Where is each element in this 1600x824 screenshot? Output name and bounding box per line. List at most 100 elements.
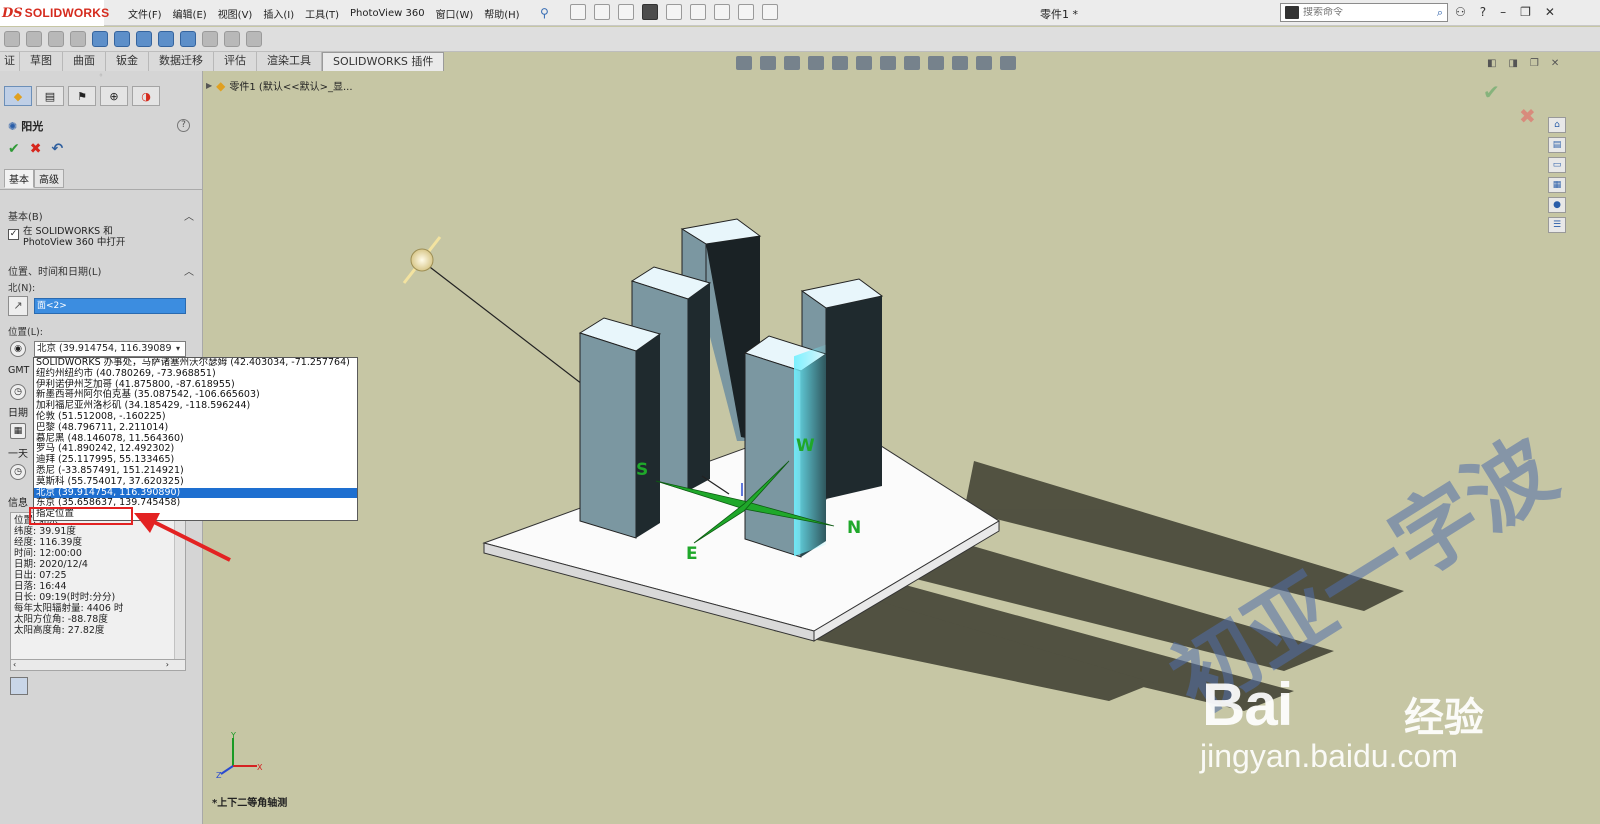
command-search[interactable]: ⌕ [1280, 3, 1448, 22]
tab-features[interactable]: 证 [0, 52, 20, 71]
previous-view-icon[interactable] [784, 56, 800, 70]
menu-window[interactable]: 窗口(W) [436, 6, 474, 21]
options-gear-icon[interactable] [762, 4, 778, 20]
tool-icon[interactable] [224, 31, 240, 47]
help-icon[interactable]: ? [1480, 5, 1486, 19]
open-icon[interactable] [594, 4, 610, 20]
rebuild-icon[interactable] [714, 4, 730, 20]
tab-solidworks-addins[interactable]: SOLIDWORKS 插件 [322, 52, 445, 71]
collapse-chevron-icon[interactable]: ︿ [184, 263, 194, 278]
tool-icon[interactable] [26, 31, 42, 47]
file-properties-icon[interactable] [738, 4, 754, 20]
tool-icon[interactable] [48, 31, 64, 47]
viewport-next-icon[interactable]: ◨ [1508, 58, 1517, 69]
view-orientation-icon[interactable] [856, 56, 872, 70]
display-manager-tab-icon[interactable]: ◑ [132, 86, 160, 106]
menu-insert[interactable]: 插入(I) [263, 6, 294, 21]
search-scope-icon[interactable] [1285, 6, 1299, 19]
menu-tools[interactable]: 工具(T) [305, 6, 339, 21]
tab-render-tools[interactable]: 渲染工具 [257, 52, 322, 71]
menu-view[interactable]: 视图(V) [218, 6, 253, 21]
north-face-field[interactable]: 面<2> [34, 298, 186, 314]
edit-appearance-icon[interactable] [928, 56, 944, 70]
render-tool-icon[interactable] [180, 31, 196, 47]
tab-sheet-metal[interactable]: 钣金 [106, 52, 149, 71]
zoom-to-fit-icon[interactable] [736, 56, 752, 70]
open-in-photoview-checkbox[interactable]: ✓ [8, 229, 19, 240]
print-icon[interactable] [642, 4, 658, 20]
display-icon[interactable] [1000, 56, 1016, 70]
undo-icon[interactable] [666, 4, 682, 20]
menu-help[interactable]: 帮助(H) [484, 6, 519, 21]
viewport-close-icon[interactable]: ✕ [1551, 58, 1559, 69]
close-icon[interactable]: ✕ [1545, 5, 1555, 19]
undo-icon[interactable]: ↶ [51, 141, 63, 157]
zoom-area-icon[interactable] [760, 56, 776, 70]
viewport-prev-icon[interactable]: ◧ [1487, 58, 1496, 69]
location-option[interactable]: 纽约州纽约市 (40.780269, -73.968851) [34, 368, 357, 380]
info-row: 日落: 16:44 [14, 581, 67, 592]
view-settings-icon[interactable] [976, 56, 992, 70]
panel-grip[interactable]: ◦ [0, 71, 202, 83]
location-select[interactable]: 北京 (39.914754, 116.390890) ▾ [34, 341, 186, 357]
scroll-left-icon[interactable]: ‹ [13, 660, 16, 669]
model-scene[interactable]: S W N E [204, 71, 1600, 824]
cancel-icon[interactable]: ✖ [30, 141, 42, 157]
user-icon[interactable]: ⚇ [1455, 5, 1466, 19]
location-dropdown-list[interactable]: SOLIDWORKS 办事处，马萨诸塞州沃尔瑟姆 (42.403034, -71… [33, 357, 358, 521]
minimize-icon[interactable]: – [1500, 5, 1506, 19]
apply-scene-icon[interactable] [952, 56, 968, 70]
property-manager-tab-icon[interactable]: ◆ [4, 86, 32, 106]
sun-study-icon[interactable] [10, 677, 28, 695]
scene-icon[interactable] [158, 31, 174, 47]
open-in-photoview-option[interactable]: ✓ 在 SOLIDWORKS 和 PhotoView 360 中打开 [8, 226, 125, 248]
tool-icon[interactable] [246, 31, 262, 47]
tab-basic[interactable]: 基本 [4, 169, 34, 188]
dimxpert-tab-icon[interactable]: ⊕ [100, 86, 128, 106]
calendar-icon[interactable]: ▦ [10, 423, 26, 439]
tab-data-migration[interactable]: 数据迁移 [149, 52, 214, 71]
move-icon[interactable] [92, 31, 108, 47]
appearance-icon[interactable] [136, 31, 152, 47]
tool-icon[interactable] [4, 31, 20, 47]
new-document-icon[interactable] [570, 4, 586, 20]
location-option[interactable]: 莫斯科 (55.754017, 37.620325) [34, 476, 357, 488]
hide-show-icon[interactable] [904, 56, 920, 70]
tool-icon[interactable] [70, 31, 86, 47]
dynamic-annotation-icon[interactable] [832, 56, 848, 70]
info-horizontal-scrollbar[interactable]: ‹ › [10, 659, 186, 671]
group-location-header[interactable]: 位置、时间和日期(L) ︿ [8, 263, 194, 278]
menu-photoview[interactable]: PhotoView 360 [350, 8, 425, 19]
tab-evaluate[interactable]: 评估 [214, 52, 257, 71]
viewport-restore-icon[interactable]: ❐ [1530, 58, 1539, 69]
group-basic-header[interactable]: 基本(B) ︿ [8, 208, 194, 223]
timezone-icon[interactable]: ◷ [10, 384, 26, 400]
scroll-right-icon[interactable]: › [166, 660, 169, 669]
tab-advanced[interactable]: 高级 [34, 169, 64, 188]
collapse-chevron-icon[interactable]: ︿ [184, 208, 194, 223]
section-view-icon[interactable] [808, 56, 824, 70]
feature-manager-tab-icon[interactable]: ▤ [36, 86, 64, 106]
search-input[interactable] [1303, 7, 1413, 18]
menu-edit[interactable]: 编辑(E) [173, 6, 207, 21]
restore-icon[interactable]: ❐ [1520, 5, 1531, 19]
select-icon[interactable] [690, 4, 706, 20]
clock-icon[interactable]: ◷ [10, 464, 26, 480]
help-icon[interactable]: ? [177, 119, 190, 132]
north-direction-icon[interactable]: ↗ [8, 296, 28, 316]
configuration-manager-tab-icon[interactable]: ⚑ [68, 86, 96, 106]
location-option[interactable]: 巴黎 (48.796711, 2.211014) [34, 422, 357, 434]
chevron-down-icon[interactable]: ▾ [172, 342, 184, 356]
menu-file[interactable]: 文件(F) [128, 6, 162, 21]
search-icon[interactable]: ⌕ [1437, 6, 1443, 20]
pin-icon[interactable]: ⚲ [540, 6, 549, 20]
sun-icon[interactable] [402, 236, 442, 284]
save-icon[interactable] [618, 4, 634, 20]
tab-sketch[interactable]: 草图 [20, 52, 63, 71]
solidworks-logo[interactable]: DS SOLIDWORKS [0, 0, 109, 26]
tool-icon[interactable] [202, 31, 218, 47]
ok-check-icon[interactable]: ✔ [8, 141, 20, 157]
tab-surfaces[interactable]: 曲面 [63, 52, 106, 71]
render-icon[interactable] [114, 31, 130, 47]
display-style-icon[interactable] [880, 56, 896, 70]
